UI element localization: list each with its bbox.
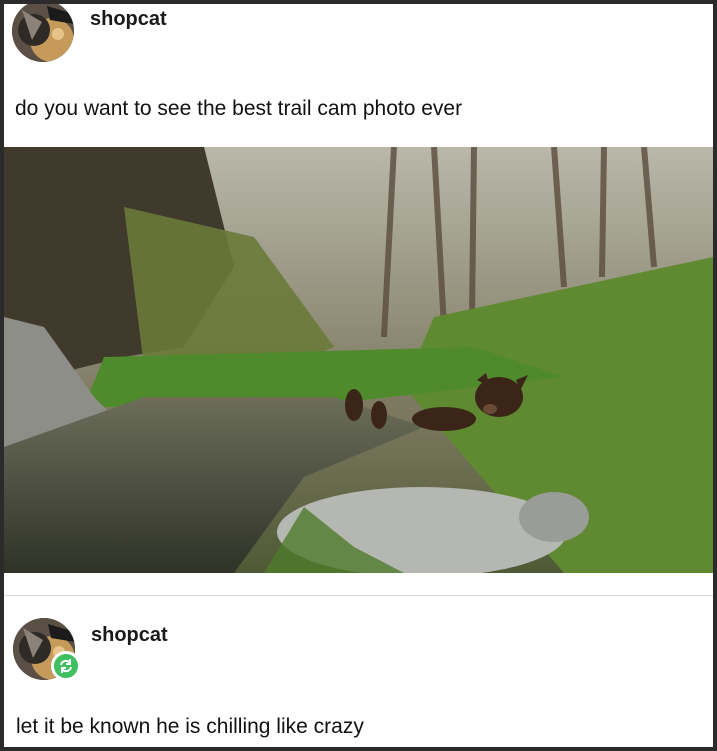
post-caption: do you want to see the best trail cam ph… [15,97,463,120]
reblog-icon [60,659,72,673]
divider [4,595,713,596]
post-username[interactable]: shopcat [90,8,167,31]
reply-caption: let it be known he is chilling like craz… [16,715,364,738]
tumblr-post-frame: shopcat do you want to see the best trai… [4,4,713,747]
reply-username[interactable]: shopcat [91,624,168,647]
bear-in-creek-image [4,147,713,573]
trail-cam-photo[interactable] [4,147,713,573]
cat-avatar-icon [12,4,74,62]
reblog-badge [51,651,81,681]
avatar[interactable] [12,4,74,62]
